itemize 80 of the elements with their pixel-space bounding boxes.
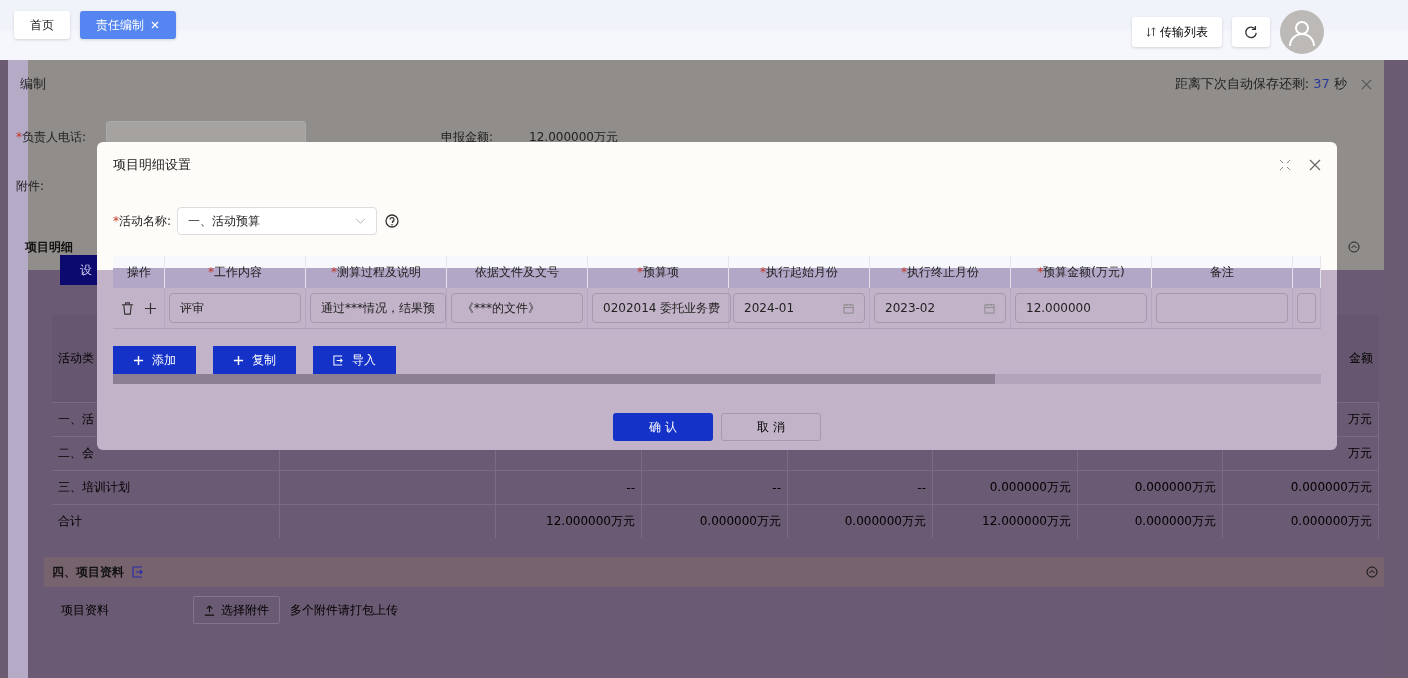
column-header: *测算过程及说明 <box>331 263 421 281</box>
input-field[interactable]: 评审 <box>169 293 301 323</box>
action-button[interactable]: 复制 <box>213 346 296 374</box>
collapse-icon[interactable] <box>1348 241 1360 253</box>
field-label: 附件: <box>16 177 45 195</box>
column-header: *执行起始月份 <box>760 263 838 281</box>
field-label: *负责人电话: <box>16 128 87 146</box>
month-picker[interactable]: 2024-01 <box>733 293 865 323</box>
activity-select[interactable]: 一、活动预算 <box>177 207 378 235</box>
calendar-icon <box>984 302 995 314</box>
table-cell: 0.000000万元 <box>1290 513 1372 530</box>
table-cell: 0.000000万元 <box>1290 479 1372 496</box>
column-header: 金额 <box>1349 350 1373 367</box>
close-icon[interactable] <box>1361 78 1372 90</box>
collapse-icon[interactable] <box>1366 566 1378 578</box>
section-title: 项目明细 <box>25 238 73 256</box>
column-header: 备注 <box>1210 263 1234 281</box>
table-cell: 二、会 <box>58 445 94 462</box>
table-cell: 合计 <box>58 513 82 530</box>
table-cell: 0.000000万元 <box>699 513 781 530</box>
confirm-button[interactable]: 确 认 <box>613 413 713 441</box>
upload-icon <box>204 604 215 616</box>
dialog-title: 项目明细设置 <box>113 156 192 174</box>
table-cell: -- <box>626 480 635 495</box>
input-field[interactable]: 12.000000 <box>1015 293 1147 323</box>
column-header: 依据文件及文号 <box>475 263 559 281</box>
calendar-icon <box>843 302 854 314</box>
caret-icon <box>355 217 367 225</box>
table-cell: -- <box>772 480 781 495</box>
plus-icon <box>133 354 144 366</box>
page-title: 编制 <box>20 75 47 93</box>
cancel-button[interactable]: 取 消 <box>721 413 821 441</box>
table-cell: 0.000000万元 <box>1134 479 1216 496</box>
table-cell: 万元 <box>1348 411 1372 428</box>
tab[interactable]: 首页 <box>14 11 70 39</box>
close-icon[interactable] <box>1309 159 1321 171</box>
help-icon[interactable] <box>385 214 400 228</box>
input-field[interactable]: 通过***情况，结果预 <box>310 293 446 323</box>
column-header: *预算金额(万元) <box>1037 263 1125 281</box>
column-header: *预算项 <box>637 263 679 281</box>
fullscreen-icon[interactable] <box>1279 159 1291 171</box>
table-cell: 一、活 <box>58 411 94 428</box>
tab[interactable]: 责任编制 <box>80 11 176 39</box>
input-field[interactable] <box>1156 293 1288 323</box>
input-field[interactable] <box>1297 293 1316 323</box>
column-header: *执行终止月份 <box>901 263 979 281</box>
table-cell: 12.000000万元 <box>982 513 1071 530</box>
field-label: 项目资料 <box>61 601 110 619</box>
action-button[interactable]: 添加 <box>113 346 196 374</box>
column-header: 操作 <box>126 263 151 281</box>
table-cell: 12.000000万元 <box>546 513 635 530</box>
avatar-icon[interactable] <box>1280 10 1324 54</box>
table-cell: 0.000000万元 <box>989 479 1071 496</box>
column-header: *工作内容 <box>208 263 262 281</box>
section-title: 四、项目资料 <box>52 563 124 581</box>
transfer-list-button[interactable]: 传输列表 <box>1132 17 1222 47</box>
autosave-countdown: 距离下次自动保存还剩: 37 秒 <box>1174 75 1347 93</box>
table-cell: 万元 <box>1348 445 1372 462</box>
action-button[interactable]: 导入 <box>313 346 396 374</box>
table-cell: 0.000000万元 <box>1134 513 1216 530</box>
import-icon <box>333 354 344 366</box>
input-field[interactable]: 《***的文件》 <box>451 293 583 323</box>
refresh-button[interactable] <box>1232 17 1270 47</box>
import-icon <box>132 566 144 578</box>
scrollbar[interactable] <box>113 374 1321 384</box>
input-field[interactable]: 0202014 委托业务费 <box>592 293 732 323</box>
field-label: 申报金额: <box>441 128 494 146</box>
plus-icon <box>233 354 244 366</box>
delete-icon[interactable] <box>120 301 134 315</box>
refresh-icon <box>1244 25 1258 39</box>
field-label: *活动名称: <box>113 212 172 230</box>
month-picker[interactable]: 2023-02 <box>874 293 1006 323</box>
upload-hint: 多个附件请打包上传 <box>290 601 398 619</box>
column-header: 活动类 <box>58 350 94 367</box>
table-cell: -- <box>917 480 926 495</box>
field-value: 12.000000万元 <box>529 128 618 146</box>
add-row-icon[interactable] <box>143 301 157 315</box>
transfer-icon <box>1146 26 1156 38</box>
table-cell: 0.000000万元 <box>844 513 926 530</box>
table-cell: 三、培训计划 <box>58 479 130 496</box>
